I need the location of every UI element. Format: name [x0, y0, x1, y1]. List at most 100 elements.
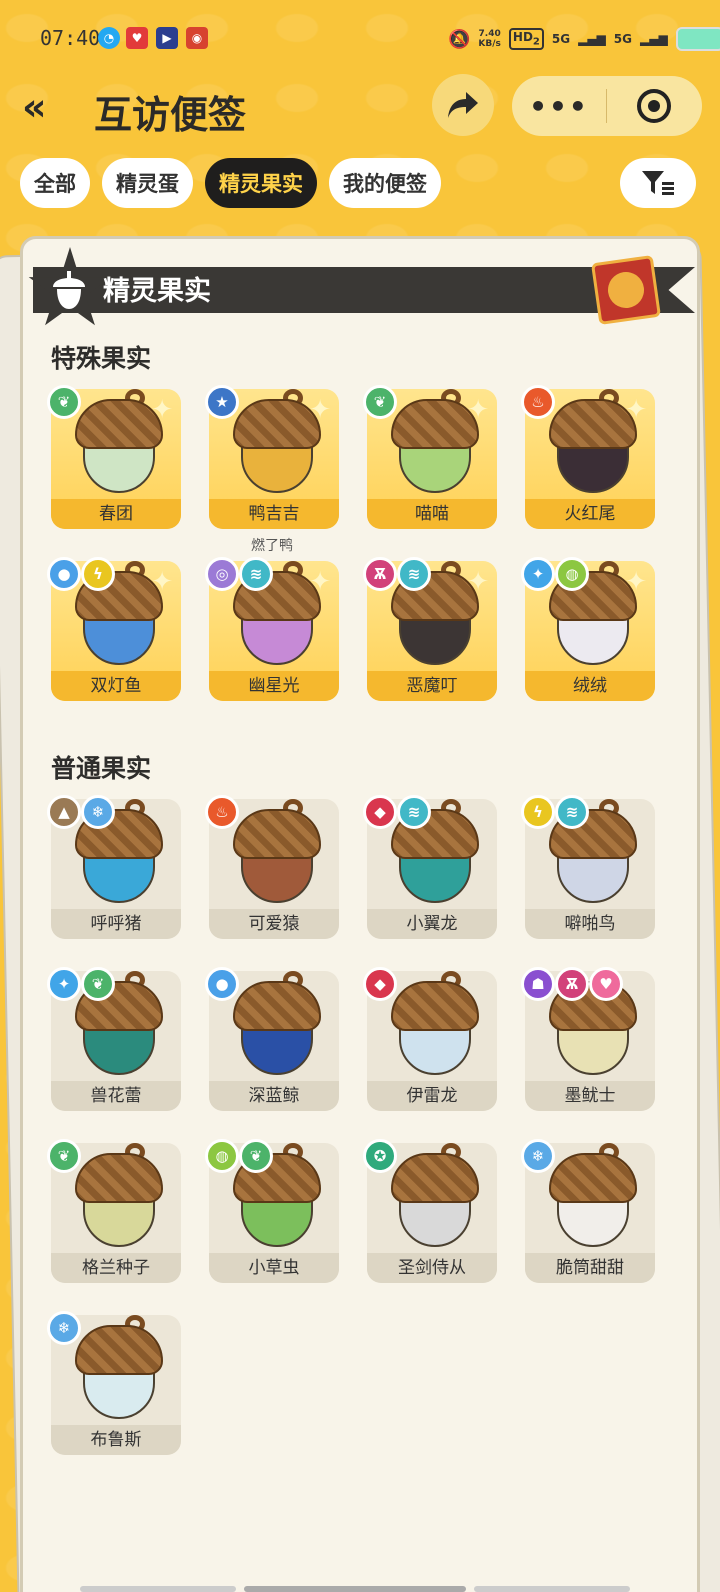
battery-icon — [675, 27, 720, 51]
bolt-type-icon: ϟ — [521, 795, 555, 829]
fruit-card[interactable]: ◆ 伊雷龙 — [363, 967, 497, 1113]
fruit-card[interactable]: ♨ 可爱猿 — [205, 795, 339, 941]
acorn-fruit-icon — [549, 389, 637, 497]
page-indicator — [474, 1586, 630, 1592]
fruit-card[interactable]: ϟ ≋ 噼啪鸟 — [521, 795, 655, 941]
fruit-note: 燃了鸭 — [251, 538, 293, 554]
category-tabs: 全部 精灵蛋 精灵果实 我的便签 — [20, 158, 441, 208]
mount-type-icon: ▲ — [47, 795, 81, 829]
notification-app-icon: ◔ — [98, 27, 120, 49]
water-type-icon: ● — [205, 967, 239, 1001]
fruit-card[interactable]: ✦ ◎ ≋ 幽星光 — [205, 557, 339, 703]
water-type-icon: ● — [47, 557, 81, 591]
signal-bars-icon: ▂▄▆ — [639, 32, 668, 46]
notification-app-icon: ♥ — [126, 27, 148, 49]
status-time: 07:40 — [40, 26, 101, 50]
fruit-card[interactable]: ✦ ❦ 喵喵 — [363, 385, 497, 531]
fruit-card[interactable]: ❦ 格兰种子 — [47, 1139, 181, 1285]
wing-type-icon: ≋ — [397, 795, 431, 829]
acorn-fruit-icon — [391, 1143, 479, 1251]
back-button[interactable]: « — [22, 88, 47, 126]
ice-type-icon: ❄ — [521, 1139, 555, 1173]
acorn-fruit-icon — [391, 971, 479, 1079]
fire-type-icon: ♨ — [205, 795, 239, 829]
notes-panel: 精灵果实 特殊果实 ✦ ❦ 春团 ✦ ★ 鸭吉吉 燃了鸭 ✦ ❦ 喵喵 ✦ ♨ 火红尾 ✦ ● ϟ 双灯鱼 ✦ ◎ ≋… — [20, 236, 700, 1592]
fruit-name: 恶魔叮 — [367, 671, 497, 701]
fire-type-icon: ♨ — [521, 385, 555, 419]
hd-indicator: HD2 — [508, 28, 544, 50]
fairy-type-icon: ✦ — [521, 557, 555, 591]
mini-program-capsule: ••• — [512, 76, 702, 136]
fruit-card[interactable]: ✦ ❦ 兽花蕾 — [47, 967, 181, 1113]
fruit-name: 兽花蕾 — [51, 1081, 181, 1111]
tab-all[interactable]: 全部 — [20, 158, 90, 208]
fruit-card[interactable]: ❄ 脆筒甜甜 — [521, 1139, 655, 1285]
tab-my-notes[interactable]: 我的便签 — [329, 158, 441, 208]
acorn-fruit-icon — [75, 1315, 163, 1423]
fruit-card[interactable]: ✦ ♨ 火红尾 — [521, 385, 655, 531]
fruit-name: 春团 — [51, 499, 181, 529]
fruit-card[interactable]: ● 深蓝鲸 — [205, 967, 339, 1113]
fruit-name: 伊雷龙 — [367, 1081, 497, 1111]
fruit-card[interactable]: ✦ Ѫ ≋ 恶魔叮 — [363, 557, 497, 703]
fairy-type-icon: ✦ — [47, 967, 81, 1001]
filter-button[interactable] — [620, 158, 696, 208]
fruit-card[interactable]: ☗ Ѫ ♥ 墨鱿士 — [521, 967, 655, 1113]
fruit-card[interactable]: ◍ ❦ 小草虫 — [205, 1139, 339, 1285]
close-program-button[interactable] — [607, 89, 701, 123]
signal-5g-2: 5G — [613, 32, 632, 46]
page-indicator — [80, 1586, 236, 1592]
fruit-name: 格兰种子 — [51, 1253, 181, 1283]
fruit-name: 呼呼猪 — [51, 909, 181, 939]
acorn-fruit-icon — [75, 1143, 163, 1251]
fruit-name: 鸭吉吉 — [209, 499, 339, 529]
wing-type-icon: ≋ — [397, 557, 431, 591]
ice-type-icon: ❄ — [81, 795, 115, 829]
fruit-name: 火红尾 — [525, 499, 655, 529]
tab-fruits[interactable]: 精灵果实 — [205, 158, 317, 208]
target-icon — [637, 89, 671, 123]
acorn-fruit-icon — [391, 389, 479, 497]
fruit-card[interactable]: ▲ ❄ 呼呼猪 — [47, 795, 181, 941]
mute-bell-icon: 🔕 — [448, 28, 471, 50]
leaf-type-icon: ❦ — [47, 385, 81, 419]
fruit-name: 墨鱿士 — [525, 1081, 655, 1111]
star-type-icon: ★ — [205, 385, 239, 419]
acorn-fruit-icon — [233, 799, 321, 907]
share-button[interactable] — [432, 74, 494, 136]
fruit-name: 双灯鱼 — [51, 671, 181, 701]
wing-type-icon: ≋ — [239, 557, 273, 591]
bolt-type-icon: ϟ — [81, 557, 115, 591]
page-indicator-active — [244, 1586, 466, 1592]
status-bar: 07:40 ◔ ♥ ▶ ◉ 🔕 7.40 KB/s HD2 5G ▂▄▆ 5G ▂… — [0, 0, 720, 74]
acorn-fruit-icon — [233, 389, 321, 497]
more-button[interactable]: ••• — [512, 90, 606, 123]
demon-type-icon: Ѫ — [555, 967, 589, 1001]
fruit-card[interactable]: ❄ 布鲁斯 — [47, 1311, 181, 1457]
fruit-name: 深蓝鲸 — [209, 1081, 339, 1111]
leaf-type-icon: ❦ — [47, 1139, 81, 1173]
app-header: « 互访便签 ••• — [0, 74, 720, 144]
notification-app-icon: ▶ — [156, 27, 178, 49]
stamp-badge-icon — [590, 254, 662, 326]
tab-eggs[interactable]: 精灵蛋 — [102, 158, 193, 208]
special-fruits-heading: 特殊果实 — [51, 344, 152, 373]
fruit-name: 脆筒甜甜 — [525, 1253, 655, 1283]
fruit-card[interactable]: ✦ ❦ 春团 — [47, 385, 181, 531]
bug-type-icon: ◍ — [555, 557, 589, 591]
fruit-name: 噼啪鸟 — [525, 909, 655, 939]
fruit-name: 可爱猿 — [209, 909, 339, 939]
status-indicators: 🔕 7.40 KB/s HD2 5G ▂▄▆ 5G ▂▄▆ — [448, 26, 720, 52]
fruit-card[interactable]: ✦ ● ϟ 双灯鱼 — [47, 557, 181, 703]
fruit-card[interactable]: ✪ 圣剑侍从 — [363, 1139, 497, 1285]
heart-type-icon: ♥ — [589, 967, 623, 1001]
notification-app-icon: ◉ — [186, 27, 208, 49]
wing-type-icon: ≋ — [555, 795, 589, 829]
ice-type-icon: ❄ — [47, 1311, 81, 1345]
fruit-card[interactable]: ✦ ★ 鸭吉吉 — [205, 385, 339, 531]
signal-bars-icon: ▂▄▆ — [578, 32, 606, 46]
fruit-card[interactable]: ✦ ✦ ◍ 绒绒 — [521, 557, 655, 703]
signal-5g-1: 5G — [551, 32, 571, 46]
fruit-card[interactable]: ◆ ≋ 小翼龙 — [363, 795, 497, 941]
dragon-type-icon: ◆ — [363, 967, 397, 1001]
